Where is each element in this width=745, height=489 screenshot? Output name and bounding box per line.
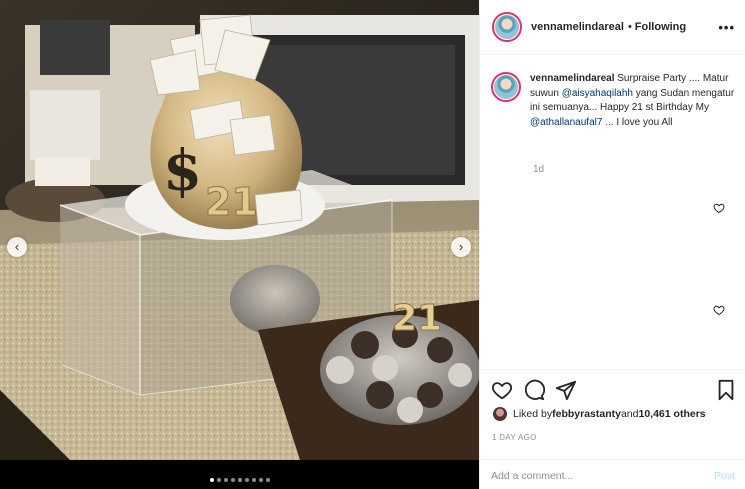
previous-photo-button[interactable]: ‹ — [7, 237, 27, 257]
carousel-dot — [230, 478, 235, 482]
liker-username[interactable]: febbyrastanty — [552, 408, 621, 420]
comment-input[interactable] — [491, 466, 691, 486]
post-photo: $ 21 21 — [0, 0, 479, 460]
mention-link[interactable]: @athallanaufal7 — [530, 117, 602, 128]
carousel-dot — [244, 478, 249, 482]
carousel-indicator — [0, 478, 479, 484]
svg-text:21: 21 — [205, 180, 258, 224]
share-paper-plane-icon[interactable] — [555, 379, 577, 401]
caption-username[interactable]: vennamelindareal — [530, 73, 614, 84]
likes-middle: and — [620, 408, 639, 420]
like-heart-icon[interactable] — [491, 379, 513, 401]
liker-avatar[interactable] — [493, 407, 507, 421]
carousel-dot — [209, 478, 214, 482]
header-username[interactable]: vennamelindareal — [531, 21, 624, 33]
svg-text:21: 21 — [392, 298, 442, 339]
likes-summary: Liked by febbyrastanty and 10,461 others — [493, 407, 706, 421]
caption-text: vennamelindareal Surpraise Party .... Ma… — [530, 72, 735, 131]
chevron-left-icon: ‹ — [14, 239, 20, 254]
save-bookmark-icon[interactable] — [715, 379, 737, 401]
likes-prefix: Liked by — [513, 408, 553, 420]
caption-avatar[interactable] — [491, 72, 521, 102]
post-comment-button[interactable]: Post — [714, 470, 735, 482]
like-comment-heart-icon[interactable] — [713, 202, 725, 214]
carousel-dot — [223, 478, 228, 482]
next-photo-button[interactable]: › — [451, 237, 471, 257]
carousel-dot — [265, 478, 270, 482]
carousel-dot — [237, 478, 242, 482]
caption-text-part: ... I love you All — [602, 117, 673, 129]
caption: vennamelindareal Surpraise Party .... Ma… — [491, 72, 736, 131]
carousel-dot — [258, 478, 263, 482]
avatar[interactable] — [492, 12, 522, 42]
separator-dot: • — [627, 21, 632, 33]
likes-count[interactable]: 10,461 others — [639, 408, 706, 420]
svg-text:$: $ — [163, 138, 202, 204]
chevron-right-icon: › — [458, 239, 464, 254]
post-date[interactable]: 1 DAY AGO — [492, 433, 537, 442]
carousel-dot — [216, 478, 221, 482]
like-comment-heart-icon[interactable] — [713, 304, 725, 316]
post-header: vennamelindareal • Following ••• — [480, 0, 745, 55]
mention-link[interactable]: @aisyahaqilahh — [562, 88, 633, 99]
carousel-dot — [251, 478, 256, 482]
comment-bubble-icon[interactable] — [523, 379, 545, 401]
post-media[interactable]: $ 21 21 ‹ › — [0, 0, 479, 489]
comment-bar: Post — [479, 459, 745, 489]
caption-time[interactable]: 1d — [533, 164, 544, 175]
more-options-icon[interactable]: ••• — [718, 20, 735, 35]
following-button[interactable]: Following — [635, 21, 686, 33]
